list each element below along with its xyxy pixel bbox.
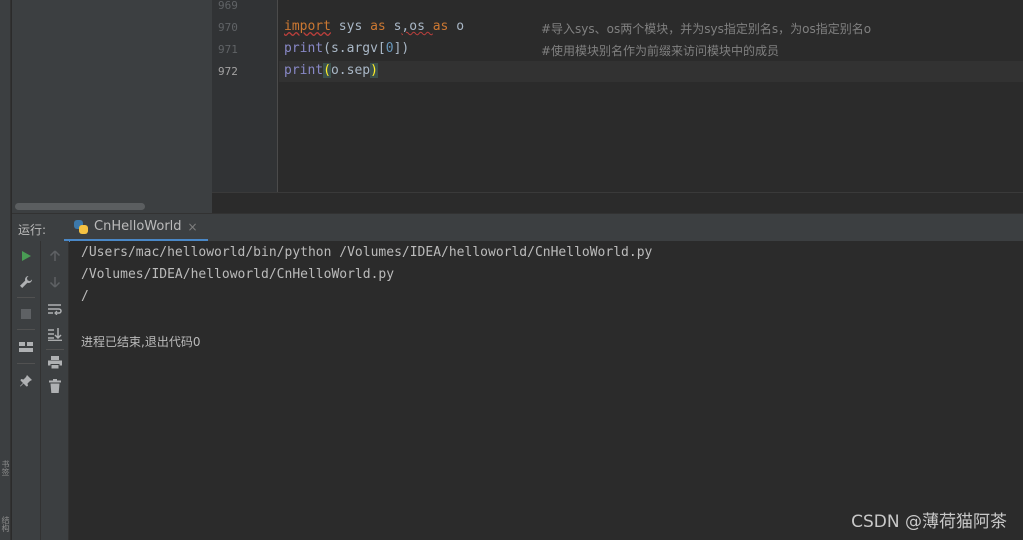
soft-wrap-icon[interactable] <box>45 299 65 319</box>
current-line-highlight <box>279 61 1023 82</box>
builtin-print: print <box>284 41 324 56</box>
project-panel <box>12 0 212 213</box>
brace-match: ( <box>323 63 331 78</box>
pin-icon[interactable] <box>16 371 36 391</box>
line-number: 971 <box>218 43 238 56</box>
run-label: 运行: <box>18 223 47 237</box>
code-line-970[interactable]: import sys as s,os as o <box>284 19 464 34</box>
run-tab-cnhelloworld[interactable]: CnHelloWorld × <box>64 214 208 242</box>
run-toolbar-primary <box>12 241 41 540</box>
watermark: CSDN @薄荷猫阿茶 <box>851 512 1007 532</box>
code-editor[interactable]: 969 970 971 972 import sys as s,os as o … <box>212 0 1023 193</box>
code-token: o <box>448 19 465 34</box>
code-number: 0 <box>385 41 394 56</box>
run-console-output[interactable]: /Users/mac/helloworld/bin/python /Volume… <box>70 241 1023 540</box>
code-token: s <box>385 19 402 34</box>
builtin-print: print <box>284 63 324 78</box>
project-horizontal-scrollbar[interactable] <box>15 203 145 210</box>
process-exit-message: 进程已结束,退出代码0 <box>81 335 201 349</box>
layout-icon[interactable] <box>16 337 36 357</box>
trash-icon[interactable] <box>45 376 65 396</box>
code-line-972[interactable]: print(o.sep) <box>284 63 378 78</box>
code-comment: #导入sys、os两个模块，并为sys指定别名s，为os指定别名o <box>541 22 872 36</box>
stop-icon[interactable] <box>16 304 36 324</box>
separator <box>17 297 35 298</box>
line-number: 969 <box>218 0 238 12</box>
wrench-icon[interactable] <box>16 272 36 292</box>
run-tab-label: CnHelloWorld <box>94 219 182 234</box>
code-token: ,os <box>401 19 433 34</box>
run-tool-window-header: 运行: CnHelloWorld × <box>12 213 1023 242</box>
play-icon[interactable] <box>16 246 36 266</box>
code-comment: #使用模块别名作为前缀来访问模块中的成员 <box>541 44 780 58</box>
bookmarks-tab[interactable]: 书签 <box>1 460 10 476</box>
scroll-to-end-icon[interactable] <box>45 324 65 344</box>
editor-bottom-area <box>212 192 1023 213</box>
code-token: ]) <box>393 41 410 56</box>
separator <box>17 329 35 330</box>
close-icon[interactable]: × <box>188 220 198 234</box>
code-token: (s.argv[ <box>323 41 386 56</box>
arrow-down-icon[interactable] <box>45 272 65 292</box>
line-number: 970 <box>218 21 238 34</box>
line-number-gutter: 969 970 971 972 <box>212 0 278 193</box>
brace-match: ) <box>370 63 378 78</box>
keyword-import: import <box>284 19 331 34</box>
structure-tab[interactable]: 结构 <box>1 516 10 532</box>
arrow-up-icon[interactable] <box>45 246 65 266</box>
code-line-971[interactable]: print(s.argv[0]) <box>284 41 409 56</box>
keyword-as: as <box>432 19 449 34</box>
line-number-current: 972 <box>218 65 238 78</box>
console-line: /Volumes/IDEA/helloworld/CnHelloWorld.py <box>81 267 395 282</box>
print-icon[interactable] <box>45 352 65 372</box>
code-token: sys <box>330 19 371 34</box>
console-line: / <box>81 289 89 304</box>
separator <box>17 363 35 364</box>
separator <box>46 349 64 350</box>
python-icon <box>74 219 88 234</box>
console-line: /Users/mac/helloworld/bin/python /Volume… <box>81 245 653 260</box>
left-tool-strip: 书签 结构 <box>0 0 11 540</box>
run-toolbar-secondary <box>41 241 69 540</box>
code-token: o.sep <box>330 63 371 78</box>
keyword-as: as <box>370 19 386 34</box>
